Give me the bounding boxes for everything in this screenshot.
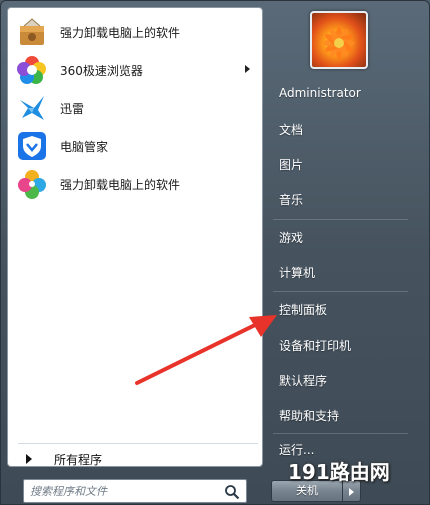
- expand-arrow-icon: [26, 454, 32, 464]
- program-label: 强力卸载电脑上的软件: [60, 25, 181, 40]
- program-label: 强力卸载电脑上的软件: [60, 177, 181, 192]
- search-input[interactable]: [30, 483, 220, 499]
- divider: [273, 219, 408, 220]
- program-item-xunlei[interactable]: 迅雷: [12, 90, 260, 126]
- search-box[interactable]: [23, 479, 247, 503]
- watermark: 191路由网: [288, 460, 390, 484]
- divider: [18, 443, 258, 444]
- 360-browser-icon: [17, 56, 46, 84]
- pc-manager-shield-icon: [18, 132, 46, 160]
- program-label: 电脑管家: [60, 139, 109, 154]
- all-programs-button[interactable]: 所有程序: [18, 448, 258, 470]
- xunlei-bird-icon: [20, 96, 44, 120]
- program-item-pc-manager[interactable]: 电脑管家: [12, 128, 260, 164]
- program-label: 迅雷: [60, 101, 85, 116]
- user-avatar[interactable]: [310, 11, 368, 69]
- start-menu: 强力卸载电脑上的软件 360极速浏览器 迅雷 电脑管家 强力卸载电脑上的软件 所…: [0, 0, 430, 505]
- program-item-uninstaller[interactable]: 强力卸载电脑上的软件: [12, 14, 260, 50]
- program-list-panel: 强力卸载电脑上的软件 360极速浏览器 迅雷 电脑管家 强力卸载电脑上的软件 所…: [7, 7, 263, 467]
- submenu-arrow-icon[interactable]: [245, 65, 250, 73]
- help-support-link[interactable]: 帮助和支持: [279, 407, 339, 429]
- program-item-uninstaller-2[interactable]: 强力卸载电脑上的软件: [12, 166, 260, 202]
- flower-picture-icon: [323, 27, 355, 59]
- documents-link[interactable]: 文档: [279, 121, 303, 143]
- control-panel-link[interactable]: 控制面板: [279, 301, 327, 323]
- uninstaller-box-icon: [20, 18, 44, 45]
- music-link[interactable]: 音乐: [279, 191, 303, 213]
- divider: [273, 433, 408, 434]
- divider: [273, 291, 408, 292]
- program-label: 360极速浏览器: [60, 63, 143, 78]
- user-name-link[interactable]: Administrator: [279, 86, 361, 108]
- all-programs-label: 所有程序: [54, 452, 103, 467]
- devices-printers-link[interactable]: 设备和打印机: [279, 337, 351, 359]
- default-programs-link[interactable]: 默认程序: [279, 372, 327, 394]
- annotation-arrow-icon: [135, 315, 277, 385]
- uninstaller-petal-icon: [18, 170, 46, 199]
- search-icon[interactable]: [224, 484, 240, 500]
- pictures-link[interactable]: 图片: [279, 156, 303, 178]
- computer-link[interactable]: 计算机: [279, 264, 315, 286]
- games-link[interactable]: 游戏: [279, 229, 303, 251]
- program-item-360-browser[interactable]: 360极速浏览器: [12, 52, 260, 88]
